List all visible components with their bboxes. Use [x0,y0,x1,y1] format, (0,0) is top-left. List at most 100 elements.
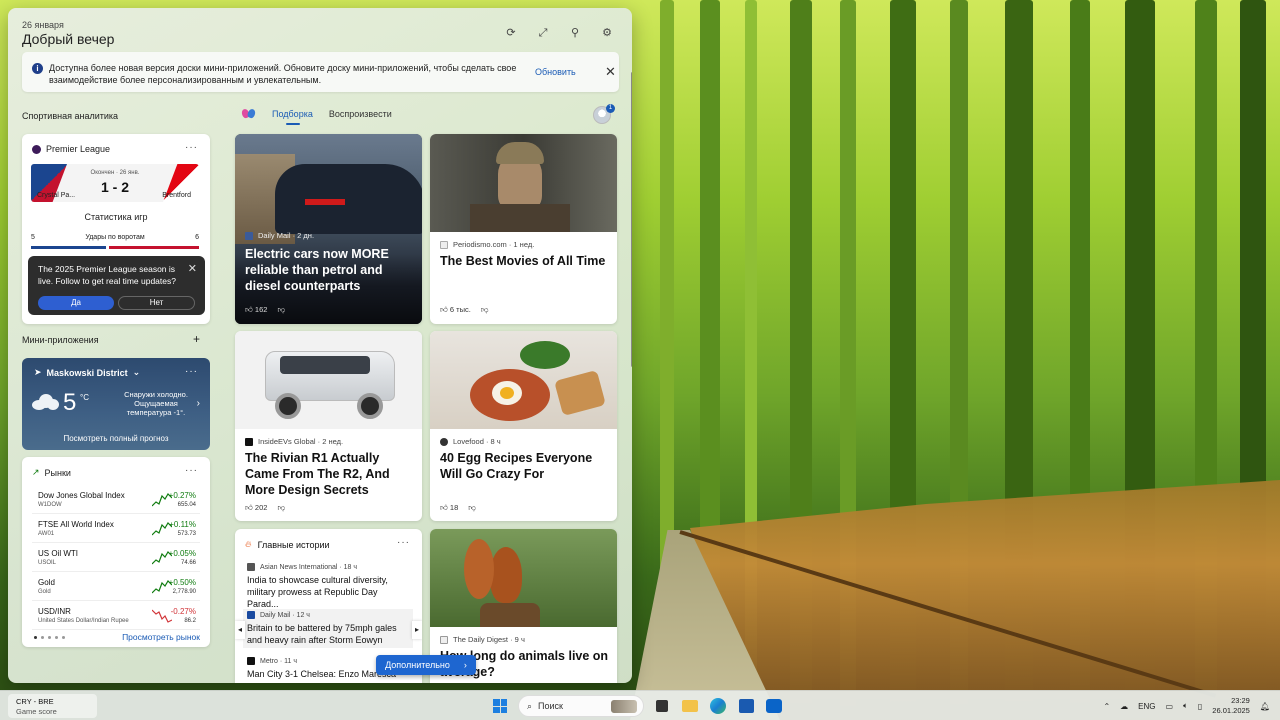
news-source: Lovefood · 8 ч [453,437,501,446]
news-card[interactable]: Daily Mail · 2 дн. Electric cars now MOR… [235,134,422,324]
like-icon[interactable]: 👍︎ 202 [245,503,267,513]
like-icon[interactable]: 👍︎ 18 [440,503,458,513]
stat-label: Удары по воротам [85,234,145,241]
market-change: +0.05% [168,549,196,558]
source-icon [247,657,255,665]
taskbar-widget[interactable]: CRY - BRE Game score [8,694,97,718]
like-count: 202 [254,503,268,512]
dislike-icon[interactable]: 👎︎ [277,503,285,513]
widget-line2: Game score [16,707,57,716]
more-options-icon[interactable]: ··· [185,142,198,153]
edge-icon[interactable] [708,694,728,718]
system-tray: ⌃ ☁ ENG ▭ 🔈︎ ▯ 23:29 26.01.2025 🔔︎ [1103,691,1280,720]
chevron-right-icon[interactable]: ▸ [412,621,422,639]
board-date: 26 января [22,20,64,30]
pager-dots[interactable] [34,636,65,639]
volume-icon[interactable]: 🔈︎ [1183,701,1188,711]
news-title[interactable]: 40 Egg Recipes Everyone Will Go Crazy Fo… [440,450,610,482]
banner-text: Доступна более новая версия доски мини-п… [49,63,517,85]
market-value: 573.73 [177,531,196,537]
like-icon[interactable]: 👍︎ 162 [245,305,267,315]
news-card[interactable]: Lovefood · 8 ч 40 Egg Recipes Everyone W… [430,331,617,521]
settings-icon[interactable]: ⚙ [600,26,614,40]
list-item[interactable]: Asian News International · 18 ч India to… [247,563,407,610]
pin-icon[interactable]: ⚲ [568,26,582,40]
location-arrow-icon: ➤ [34,367,42,377]
expand-icon[interactable]: ⤢ [536,26,550,40]
market-symbol: USOIL [38,560,57,566]
like-count: 6 тыс. [449,305,471,314]
update-link[interactable]: Обновить [535,67,576,77]
full-forecast-link[interactable]: Посмотреть полный прогноз [22,434,210,443]
market-change: +0.27% [168,491,196,500]
network-icon[interactable]: ▭ [1166,702,1174,711]
widgets-board: 26 января Добрый вечер ⟳ ⤢ ⚲ ⚙ i Доступн… [8,8,632,683]
market-value: 2,778.90 [172,589,196,595]
news-title[interactable]: Electric cars now MORE reliable than pet… [245,246,405,294]
market-row[interactable]: USD/INR United States Dollar/Indian Rupee… [32,603,200,630]
chevron-left-icon[interactable]: ◂ [235,621,245,639]
add-icon[interactable]: + [193,332,200,346]
like-icon[interactable]: 👍︎ 6 тыс. [440,305,471,315]
news-title[interactable]: The Rivian R1 Actually Came From The R2,… [245,450,415,498]
market-symbol: AW01 [38,531,55,537]
file-explorer-icon[interactable] [680,694,700,718]
scrollbar[interactable] [631,72,632,367]
market-value: 86.2 [184,618,196,624]
markets-card[interactable]: ↗ Рынки ··· Dow Jones Global Index W1DOW +… [22,457,210,647]
market-row[interactable]: FTSE All World Index AW01 +0.11% 573.73 [32,516,200,543]
more-button[interactable]: Дополнительно › [376,655,476,675]
markets-title: Рынки [44,467,71,478]
market-row[interactable]: Gold Gold +0.50% 2,778.90 [32,574,200,601]
refresh-icon[interactable]: ⟳ [504,26,518,40]
no-button[interactable]: Нет [118,296,195,310]
dislike-icon[interactable]: 👎︎ [468,503,476,513]
temperature-unit: °C [80,393,89,402]
news-title: Britain to be battered by 75mph gales an… [247,623,397,645]
chevron-right-icon[interactable]: › [197,398,200,409]
list-item[interactable]: Daily Mail · 12 ч Britain to be battered… [243,609,413,648]
tab-discover[interactable]: Подборка [272,109,313,125]
view-market-link[interactable]: Просмотреть рынок [122,632,200,642]
outlook-icon[interactable] [764,694,784,718]
news-title[interactable]: The Best Movies of All Time [440,253,610,269]
clock[interactable]: 23:29 26.01.2025 [1212,696,1250,716]
battery-icon[interactable]: ▯ [1198,702,1202,711]
tab-play[interactable]: Воспроизвести [329,109,392,119]
task-view-icon[interactable] [652,694,672,718]
market-row[interactable]: Dow Jones Global Index W1DOW +0.27% 655.04 [32,487,200,514]
top-stories-title: Главные истории [257,539,330,550]
news-source: Periodismo.com · 1 нед. [453,240,535,249]
start-button[interactable] [490,694,510,718]
dislike-icon[interactable]: 👎︎ [481,305,489,315]
chevron-down-icon[interactable]: ⌄ [133,367,141,378]
taskbar: CRY - BRE Game score ⌕ Поиск ⌃ ☁ ENG ▭ 🔈… [0,690,1280,720]
notification-bell-icon[interactable]: 🔔︎ [1260,702,1270,711]
weather-description: Снаружи холодно. Ощущаемая температура -… [124,390,188,417]
market-value: 655.04 [177,502,196,508]
news-source: Asian News International · 18 ч [260,563,358,571]
match-score-box[interactable]: Crystal Pa... Brentford Окончен · 26 янв… [31,164,199,202]
more-options-icon[interactable]: ··· [185,465,198,476]
close-icon[interactable]: ✕ [605,64,616,80]
close-icon[interactable]: ✕ [188,262,197,275]
search-box[interactable]: ⌕ Поиск [518,695,644,717]
premier-league-logo [32,144,41,154]
market-row[interactable]: US Oil WTI USOIL +0.05% 74.66 [32,545,200,572]
more-options-icon[interactable]: ··· [185,366,198,377]
dislike-icon[interactable]: 👎︎ [277,305,285,315]
weather-card[interactable]: ➤ Maskowski District ⌄ ··· 5 °C Снаружи … [22,358,210,450]
yes-button[interactable]: Да [38,296,114,310]
market-symbol: W1DOW [38,502,62,508]
search-icon: ⌕ [527,700,533,711]
news-card[interactable]: InsideEVs Global · 2 нед. The Rivian R1 … [235,331,422,521]
news-card[interactable]: Periodismo.com · 1 нед. The Best Movies … [430,134,617,324]
widget-line1: CRY - BRE [16,697,54,706]
more-options-icon[interactable]: ··· [397,537,410,548]
chevron-up-icon[interactable]: ⌃ [1103,702,1110,711]
language-indicator[interactable]: ENG [1138,702,1155,711]
store-icon[interactable] [736,694,756,718]
cloud-sync-icon[interactable]: ☁ [1120,702,1128,711]
market-value: 74.66 [180,560,196,566]
market-name: Dow Jones Global Index [38,491,125,500]
